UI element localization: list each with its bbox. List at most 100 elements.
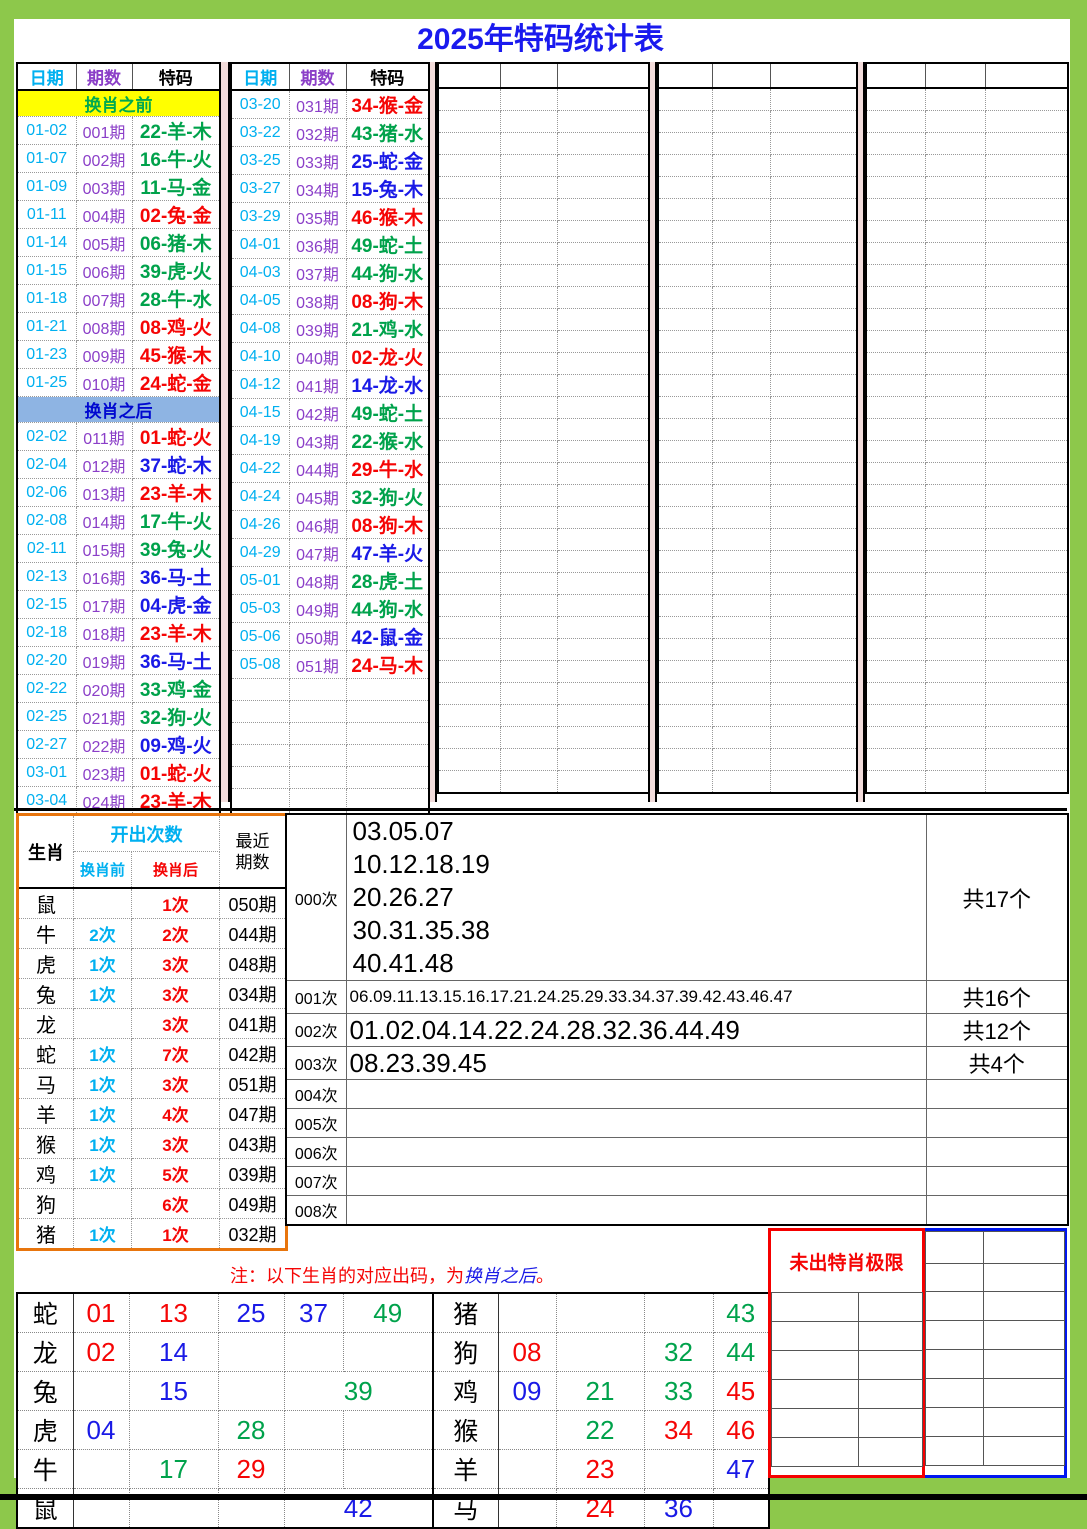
date-cell: 05-01 (231, 567, 289, 595)
period-cell: 001期 (76, 117, 132, 145)
period-cell: 019期 (76, 647, 132, 675)
table-row (866, 595, 1068, 617)
table-row (866, 375, 1068, 397)
empty-cell (438, 617, 500, 639)
empty-cell (438, 397, 500, 419)
empty-cell (770, 287, 857, 309)
table-row: 04-10040期02-龙-火 (231, 343, 429, 371)
empty-cell (346, 767, 429, 789)
mapping-number-cell (284, 1333, 343, 1372)
header-row: 日期 期数 特码 (231, 63, 429, 90)
stats-before-count-cell (74, 888, 132, 919)
period-cell: 013期 (76, 479, 132, 507)
mapping-number-cell (644, 1293, 713, 1333)
table-row: 03-20031期34-猴-金 (231, 90, 429, 119)
period-cell: 022期 (76, 731, 132, 759)
code-cell: 01-蛇-火 (132, 423, 220, 451)
empty-cell (770, 617, 857, 639)
mapping-zodiac-cell: 鸡 (433, 1372, 498, 1411)
times-label: 004次 (286, 1080, 346, 1109)
stats-before-count-cell: 1次 (74, 1219, 132, 1250)
stats-before-count-cell (74, 1009, 132, 1039)
table-row (438, 617, 649, 639)
period-cell: 049期 (289, 595, 346, 623)
empty-cell (557, 485, 649, 507)
code-cell: 49-蛇-土 (346, 231, 429, 259)
page-title: 2025年特码统计表 (14, 19, 1067, 61)
empty-cell (658, 419, 712, 441)
counts-body: 000次03.05.0710.12.18.1920.26.2730.31.35.… (286, 814, 1068, 1225)
code-cell: 39-兔-火 (132, 535, 220, 563)
empty-cell (866, 353, 925, 375)
empty-cell (866, 419, 925, 441)
empty-cell (289, 723, 346, 745)
empty-header (985, 63, 1068, 88)
empty-cell (658, 133, 712, 155)
empty-cell (346, 679, 429, 701)
empty-cell (985, 529, 1068, 551)
empty-cell (770, 309, 857, 331)
empty-cell (557, 397, 649, 419)
empty-cell (500, 617, 557, 639)
empty-cell (985, 221, 1068, 243)
empty-cell (985, 287, 1068, 309)
empty-cell (925, 243, 985, 265)
date-cell: 04-08 (231, 315, 289, 343)
empty-cell (658, 573, 712, 595)
redgrid-body (772, 1293, 923, 1467)
stats-zodiac-cell: 羊 (18, 1099, 74, 1129)
stats-zodiac-cell: 猴 (18, 1129, 74, 1159)
stats-before-count-cell: 1次 (74, 1099, 132, 1129)
stats-recent-period-cell: 049期 (220, 1189, 287, 1219)
header-row (658, 63, 857, 88)
empty-cell (500, 133, 557, 155)
empty-cell (925, 573, 985, 595)
table-row (438, 683, 649, 705)
header-row: 日期 期数 特码 (17, 63, 220, 90)
stats-recent-period-cell: 039期 (220, 1159, 287, 1189)
table-row (438, 705, 649, 727)
mapping-number-cell (129, 1411, 218, 1450)
times-label: 002次 (286, 1014, 346, 1047)
empty-cell (985, 727, 1068, 749)
stats-recent-period-cell: 034期 (220, 979, 287, 1009)
table-row: 马1次3次051期 (18, 1069, 287, 1099)
table-row (926, 1408, 1065, 1437)
empty-cell (557, 353, 649, 375)
empty-cell (658, 331, 712, 353)
table-row: 04-22044期29-牛-水 (231, 455, 429, 483)
stats-before-count-cell: 1次 (74, 949, 132, 979)
empty-cell (557, 749, 649, 771)
date-cell: 04-01 (231, 231, 289, 259)
empty-cell (438, 243, 500, 265)
stats-header-recent: 最近 期数 (220, 815, 287, 889)
unseen-box-title: 未出特肖极限 (771, 1231, 922, 1292)
grid-cell (772, 1351, 859, 1380)
table-row: 猪1次1次032期 (18, 1219, 287, 1250)
mapping-zodiac-cell: 牛 (17, 1450, 73, 1489)
empty-cell (438, 529, 500, 551)
table-row: 01-25010期24-蛇-金 (17, 369, 220, 397)
date-cell: 03-20 (231, 90, 289, 119)
total-count-cell: 共12个 (926, 1014, 1068, 1047)
table-row (772, 1409, 923, 1438)
period-table-4 (657, 62, 858, 794)
empty-cell (770, 177, 857, 199)
period-cell: 006期 (76, 257, 132, 285)
mapping-number-cell (556, 1293, 644, 1333)
empty-cell (866, 88, 925, 111)
empty-header (438, 63, 500, 88)
period-cell: 037期 (289, 259, 346, 287)
table-row (658, 705, 857, 727)
table-row: 02-25021期32-狗-火 (17, 703, 220, 731)
table-row: 猴1次3次043期 (18, 1129, 287, 1159)
table-row (438, 485, 649, 507)
empty-cell (500, 177, 557, 199)
empty-cell (985, 133, 1068, 155)
mapping-number-cell: 04 (73, 1411, 129, 1450)
empty-cell (712, 639, 770, 661)
empty-cell (985, 419, 1068, 441)
table-row (438, 111, 649, 133)
col-header-code: 特码 (132, 63, 220, 90)
empty-cell (557, 155, 649, 177)
